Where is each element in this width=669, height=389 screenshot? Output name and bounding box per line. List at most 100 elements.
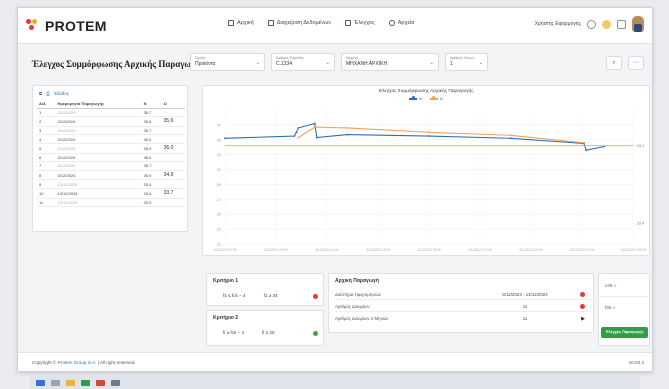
measurements-table-card: ⧉ ⎙ Έξοδος Α/Α Ημερομηνία Παραγωγής Ν Ω … — [32, 85, 188, 232]
x-tick-label: 3/12/2024 13:00 — [366, 248, 390, 252]
initial-production-card: Αρχική Παραγωγή Διάστημα Ημερομηνιών 3/1… — [328, 273, 594, 333]
x-tick-label: 3/12/2024 17:00 — [468, 248, 492, 252]
machine-select-value: ΜΗΧΑΝΗ ΑΡΧΙΚΗ — [346, 61, 388, 67]
taskbar-app-icon[interactable] — [81, 379, 90, 386]
data-point — [428, 135, 430, 137]
theme-toggle-icon[interactable] — [602, 19, 611, 29]
settings-icon[interactable] — [587, 19, 596, 29]
grid-icon — [267, 20, 274, 26]
table-row[interactable]: 10 13/12/2024 33,6 33,7 — [37, 188, 185, 199]
chart-icon — [345, 20, 352, 26]
production-row-samples: Αριθμός Δοκιμίων 11 — [335, 302, 591, 312]
taskbar-app-icon[interactable] — [51, 379, 60, 386]
table-row[interactable]: 7 3/12/2024 35,7 — [37, 161, 185, 171]
row-date: 3/12/2024 — [55, 134, 142, 144]
x-tick-label: 3/12/2024 19:00 — [519, 248, 543, 252]
row-date: 3/12/2024 — [55, 126, 142, 136]
taskbar — [30, 376, 640, 389]
start-icon[interactable] — [36, 379, 45, 386]
row-average — [161, 134, 185, 144]
nav-home[interactable]: Αρχική — [228, 20, 254, 26]
search-button[interactable]: ⌕ — [606, 56, 622, 70]
row-value: 36,0 — [141, 134, 162, 144]
footer: Copyright © Protem Group S.A. | All righ… — [18, 352, 652, 371]
table-row[interactable]: 2 3/12/2024 35,6 35,6 — [37, 116, 185, 127]
table-row[interactable]: 11 13/12/2024 33,9 — [37, 198, 185, 208]
avatar[interactable] — [632, 16, 644, 32]
table-row[interactable]: 6 3/12/2024 36,0 — [37, 153, 185, 163]
user-name[interactable]: Χρήστης Εφαρμογής — [535, 21, 581, 27]
data-point — [346, 126, 349, 129]
taskbar-app-icon[interactable] — [66, 379, 75, 386]
row-average: 35,6 — [161, 116, 185, 127]
data-point — [295, 131, 298, 134]
nav-check-label: Έλεγχος — [354, 20, 375, 26]
table-row[interactable]: 8 3/12/2024 35,9 34,9 — [37, 170, 185, 181]
taskbar-app-icon[interactable] — [111, 379, 120, 386]
row-date: 3/12/2024 — [55, 108, 142, 118]
table-row[interactable]: 4 3/12/2024 36,0 — [37, 134, 185, 144]
table-row[interactable]: 1 3/12/2024 35,7 — [37, 108, 185, 118]
copy-icon[interactable]: ⧉ — [39, 91, 42, 96]
more-icon: ⋯ — [633, 60, 639, 66]
chevron-down-icon: ⌄ — [255, 60, 260, 66]
logout-icon[interactable] — [617, 19, 626, 29]
production-row-dates: Διάστημα Ημερομηνιών 3/12/2024 - 13/12/2… — [335, 290, 591, 300]
row-average — [161, 198, 185, 208]
machine-select-label: Μηχανή — [346, 56, 359, 60]
col-n[interactable]: Ν — [141, 100, 162, 109]
row-value: 35,6 — [141, 116, 162, 127]
data-point — [224, 137, 226, 140]
production-row-label: Διάστημα Ημερομηνιών — [335, 292, 381, 297]
production-row-samples-3m: Αριθμός Δοκιμίων 3 Μηνών 11 ▶ — [335, 314, 591, 324]
data-point — [297, 136, 300, 139]
top-actions: ⌕ ⋯ — [606, 56, 644, 70]
brand-logo[interactable]: PROTEM — [26, 17, 107, 35]
y-tick-label: 21 — [217, 243, 221, 247]
row-index: 1 — [37, 108, 56, 118]
print-icon[interactable]: ⎙ — [46, 91, 50, 96]
row-index: 2 — [37, 116, 56, 127]
nav-data[interactable]: Διαχείριση Δεδομένων — [267, 20, 331, 26]
copyright-prefix: Copyright © — [32, 360, 57, 365]
check-production-button[interactable]: Έλεγχος Παραγωγής — [601, 327, 648, 338]
table-row[interactable]: 5 3/12/2024 35,9 36,0 — [37, 143, 185, 154]
production-row-label: Αριθμός Δοκιμίων 3 Μηνών — [335, 316, 389, 321]
copyright: Copyright © Protem Group S.A. | All righ… — [32, 360, 136, 365]
row-average: 33,7 — [161, 188, 185, 199]
cell-select[interactable]: Αριθμός Κελιού 1 ⌄ — [445, 53, 488, 71]
export-button[interactable]: Έξοδος — [54, 91, 69, 96]
machine-select[interactable]: Μηχανή ΜΗΧΑΝΗ ΑΡΧΙΚΗ ⌄ — [341, 53, 439, 71]
x-tick-label: 13/12/2024 09:00 — [620, 248, 646, 252]
row-index: 10 — [37, 188, 56, 199]
row-value: 35,9 — [141, 170, 162, 181]
row-date: 3/12/2024 — [55, 143, 142, 154]
nav-check[interactable]: Έλεγχος — [345, 20, 375, 26]
row-average — [161, 108, 185, 118]
criterion-2-b: fi ≥ 26 — [262, 330, 275, 335]
production-row-value: 11 — [522, 316, 528, 321]
folder-icon — [388, 20, 395, 26]
col-index[interactable]: Α/Α — [37, 100, 56, 109]
production-row-value: 3/12/2024 - 13/12/2024 — [502, 292, 548, 297]
col-date[interactable]: Ημερομηνία Παραγωγής — [55, 100, 142, 109]
chevron-down-icon: ⌄ — [325, 60, 330, 66]
more-button[interactable]: ⋯ — [628, 56, 644, 70]
row-value: 35,9 — [141, 143, 162, 154]
data-point — [297, 126, 300, 129]
row-index: 8 — [37, 170, 56, 181]
col-w[interactable]: Ω — [161, 100, 185, 109]
row-value: 33,4 — [141, 179, 162, 189]
play-icon[interactable]: ▶ — [581, 316, 585, 322]
table-row[interactable]: 3 3/12/2024 35,7 — [37, 126, 185, 136]
y-tick-label: 27 — [217, 198, 221, 202]
table-row[interactable]: 9 13/12/2024 33,4 — [37, 179, 185, 189]
y-tick-label: 25 — [217, 213, 221, 217]
taskbar-app-icon[interactable] — [96, 379, 105, 386]
logo-icon — [26, 19, 40, 33]
company-link[interactable]: Protem Group S.A. — [58, 360, 97, 365]
batch-select[interactable]: Αριθμός Παρτίδας C.1234 ⌄ — [271, 53, 335, 71]
nav-files[interactable]: Αρχεία — [388, 20, 414, 26]
product-select[interactable]: Προϊόν Προϊόντα ⌄ — [190, 53, 265, 71]
production-row-label: Αριθμός Δοκιμίων — [335, 304, 370, 309]
